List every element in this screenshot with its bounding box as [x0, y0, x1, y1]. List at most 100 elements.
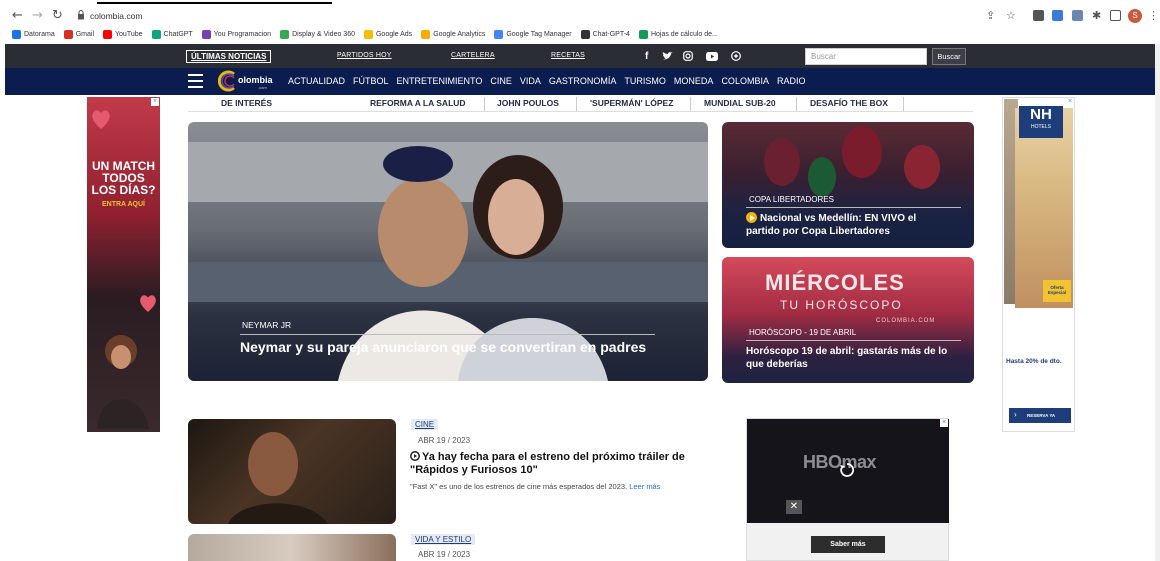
bookmark-item[interactable]: You Programacion: [201, 29, 272, 39]
nav-item[interactable]: TURISMO: [624, 76, 666, 86]
cartelera-link[interactable]: CARTELERA: [451, 52, 495, 59]
forward-arrow-icon[interactable]: →: [32, 8, 43, 24]
article1-title-line: Ya hay fecha para el estreno del próximo…: [422, 451, 685, 463]
bookmark-favicon-icon: [201, 29, 211, 39]
nav-item[interactable]: FÚTBOL: [353, 76, 389, 86]
subnav-item-john-poulos[interactable]: JOHN POULOS: [497, 98, 559, 110]
saber-mas-button[interactable]: Saber más: [811, 536, 885, 553]
card1-title[interactable]: Nacional vs Medellín: EN VIVO el partido…: [746, 212, 916, 238]
nav-item[interactable]: CINE: [490, 76, 512, 86]
left-ad-headline: UN MATCH TODOS LOS DÍAS? ENTRA AQUÍ: [88, 160, 159, 211]
bookmark-item[interactable]: Hojas de cálculo de...: [638, 29, 718, 39]
extension-icon[interactable]: [1072, 10, 1083, 21]
gmail-extension-icon[interactable]: [1033, 10, 1044, 21]
card1-title-line: partido por Copa Libertadores: [746, 226, 890, 237]
ad-close-icon[interactable]: ×: [151, 98, 159, 106]
article2-thumbnail[interactable]: [188, 534, 396, 561]
subnav-item-desafio[interactable]: DESAFÍO THE BOX: [810, 98, 888, 110]
nh-hotels-logo: NH HOTELS: [1019, 106, 1063, 138]
hamburger-menu-icon[interactable]: [188, 74, 203, 88]
bookmark-item[interactable]: Display & Video 360: [280, 29, 355, 39]
article2-tag[interactable]: VIDA Y ESTILO: [411, 534, 476, 545]
article1-title[interactable]: Ya hay fecha para el estreno del próximo…: [410, 451, 710, 477]
nav-item[interactable]: VIDA: [520, 76, 541, 86]
bookmark-item[interactable]: Gmail: [63, 29, 95, 39]
nav-item[interactable]: ACTUALIDAD: [288, 76, 345, 86]
bookmark-label: ChatGPT: [163, 30, 193, 38]
podcast-icon[interactable]: [731, 51, 741, 61]
nav-item[interactable]: MONEDA: [674, 76, 714, 86]
nav-item[interactable]: ENTRETENIMIENTO: [397, 76, 483, 86]
subnav-item-superman-lopez[interactable]: 'SUPERMÁN' LÓPEZ: [590, 98, 673, 110]
hero-title[interactable]: Neymar y su pareja anunciaron que se con…: [240, 339, 646, 355]
heart-balloon-icon: [92, 110, 110, 129]
card2-category: HORÓSCOPO - 19 DE ABRIL: [749, 328, 857, 337]
subnav-item-mundial-sub20[interactable]: MUNDIAL SUB-20: [704, 98, 776, 110]
bookmark-favicon-icon: [421, 29, 431, 39]
bookmark-item[interactable]: Google Analytics: [421, 29, 485, 39]
puzzle-extensions-icon[interactable]: ✱: [1092, 8, 1101, 24]
instagram-icon[interactable]: [683, 51, 693, 61]
search-button[interactable]: Buscar: [932, 48, 966, 65]
subnav-divider: [576, 97, 577, 111]
article1-thumbnail[interactable]: [188, 419, 396, 524]
profile-avatar[interactable]: S: [1128, 9, 1142, 23]
bookmark-item[interactable]: Google Tag Manager: [494, 29, 572, 39]
bookmark-item[interactable]: YouTube: [103, 29, 143, 39]
more-menu-icon[interactable]: ⋮: [1148, 8, 1159, 24]
ad-person-photo: [1015, 108, 1073, 308]
star-bookmark-icon[interactable]: ☆: [1006, 8, 1016, 24]
address-bar-url[interactable]: colombia.com: [90, 11, 142, 21]
bookmark-favicon-icon: [494, 29, 504, 39]
left-side-ad[interactable]: [87, 97, 160, 432]
bookmark-label: You Programacion: [213, 30, 272, 38]
twitter-icon[interactable]: [662, 52, 673, 61]
bookmark-favicon-icon: [580, 29, 590, 39]
search-input[interactable]: Buscar: [805, 48, 927, 65]
share-icon[interactable]: ⇪: [986, 8, 995, 24]
bookmark-label: Google Tag Manager: [506, 30, 572, 38]
right-ad-cta-button[interactable]: RESERVA YA: [1009, 408, 1071, 423]
sidepanel-icon[interactable]: [1110, 10, 1121, 21]
card2-title[interactable]: Horóscopo 19 de abril: gastarás más de l…: [746, 345, 947, 371]
colombia-logo[interactable]: olombia .com: [218, 70, 274, 92]
youtube-icon[interactable]: [706, 52, 718, 61]
nav-item[interactable]: COLOMBIA: [721, 76, 769, 86]
main-nav-items: ACTUALIDAD FÚTBOL ENTRETENIMIENTO CINE VIDA G…: [288, 76, 805, 86]
ad-choices-icon[interactable]: ×: [940, 419, 948, 427]
bookmark-item[interactable]: Datorama: [12, 29, 55, 39]
ultimas-noticias-link[interactable]: ÚLTIMAS NOTICIAS: [186, 50, 272, 63]
article1-description: "Fast X" es uno de los estrenos de cine …: [410, 482, 660, 491]
extension-icon[interactable]: [1052, 10, 1063, 21]
nav-item[interactable]: RADIO: [777, 76, 806, 86]
horoscope-banner-title: MIÉRCOLES: [765, 270, 905, 295]
partidos-hoy-link[interactable]: PARTIDOS HOY: [337, 52, 392, 59]
subnav-underline: [188, 111, 973, 112]
back-arrow-icon[interactable]: ←: [12, 8, 23, 24]
read-more-link[interactable]: Leer más: [629, 482, 660, 491]
reload-icon[interactable]: ↻: [52, 8, 63, 24]
ad-person-illustration: [97, 335, 149, 429]
horoscope-banner-site: COLOMBIA.COM: [876, 318, 936, 324]
card2-title-line: que deberías: [746, 359, 808, 370]
lock-icon[interactable]: [77, 10, 85, 20]
bookmark-item[interactable]: Chat-GPT-4: [580, 29, 630, 39]
facebook-icon[interactable]: f: [645, 51, 648, 62]
replay-icon[interactable]: [839, 462, 855, 478]
bookmark-item[interactable]: Google Ads: [363, 29, 412, 39]
bookmark-favicon-icon: [280, 29, 290, 39]
nav-item[interactable]: GASTRONOMÍA: [549, 76, 617, 86]
play-circle-icon: [410, 451, 420, 461]
left-ad-cta[interactable]: ENTRA AQUÍ: [88, 199, 159, 211]
ad-close-icon[interactable]: ×: [1066, 98, 1074, 106]
ad-close-icon[interactable]: ✕: [786, 500, 802, 514]
subnav-item-reforma[interactable]: REFORMA A LA SALUD: [370, 98, 466, 110]
bookmark-item[interactable]: ChatGPT: [151, 29, 193, 39]
page-scrollbar[interactable]: [1155, 44, 1160, 561]
left-ad-line: LOS DÍAS?: [91, 183, 156, 197]
subnav-divider: [484, 97, 485, 111]
recetas-link[interactable]: RECETAS: [551, 52, 585, 59]
bookmark-label: Gmail: [75, 30, 95, 38]
article1-tag[interactable]: CINE: [411, 419, 439, 430]
right-side-ad[interactable]: NH HOTELS Oferta Especial Hasta 20% de d…: [1002, 97, 1075, 432]
